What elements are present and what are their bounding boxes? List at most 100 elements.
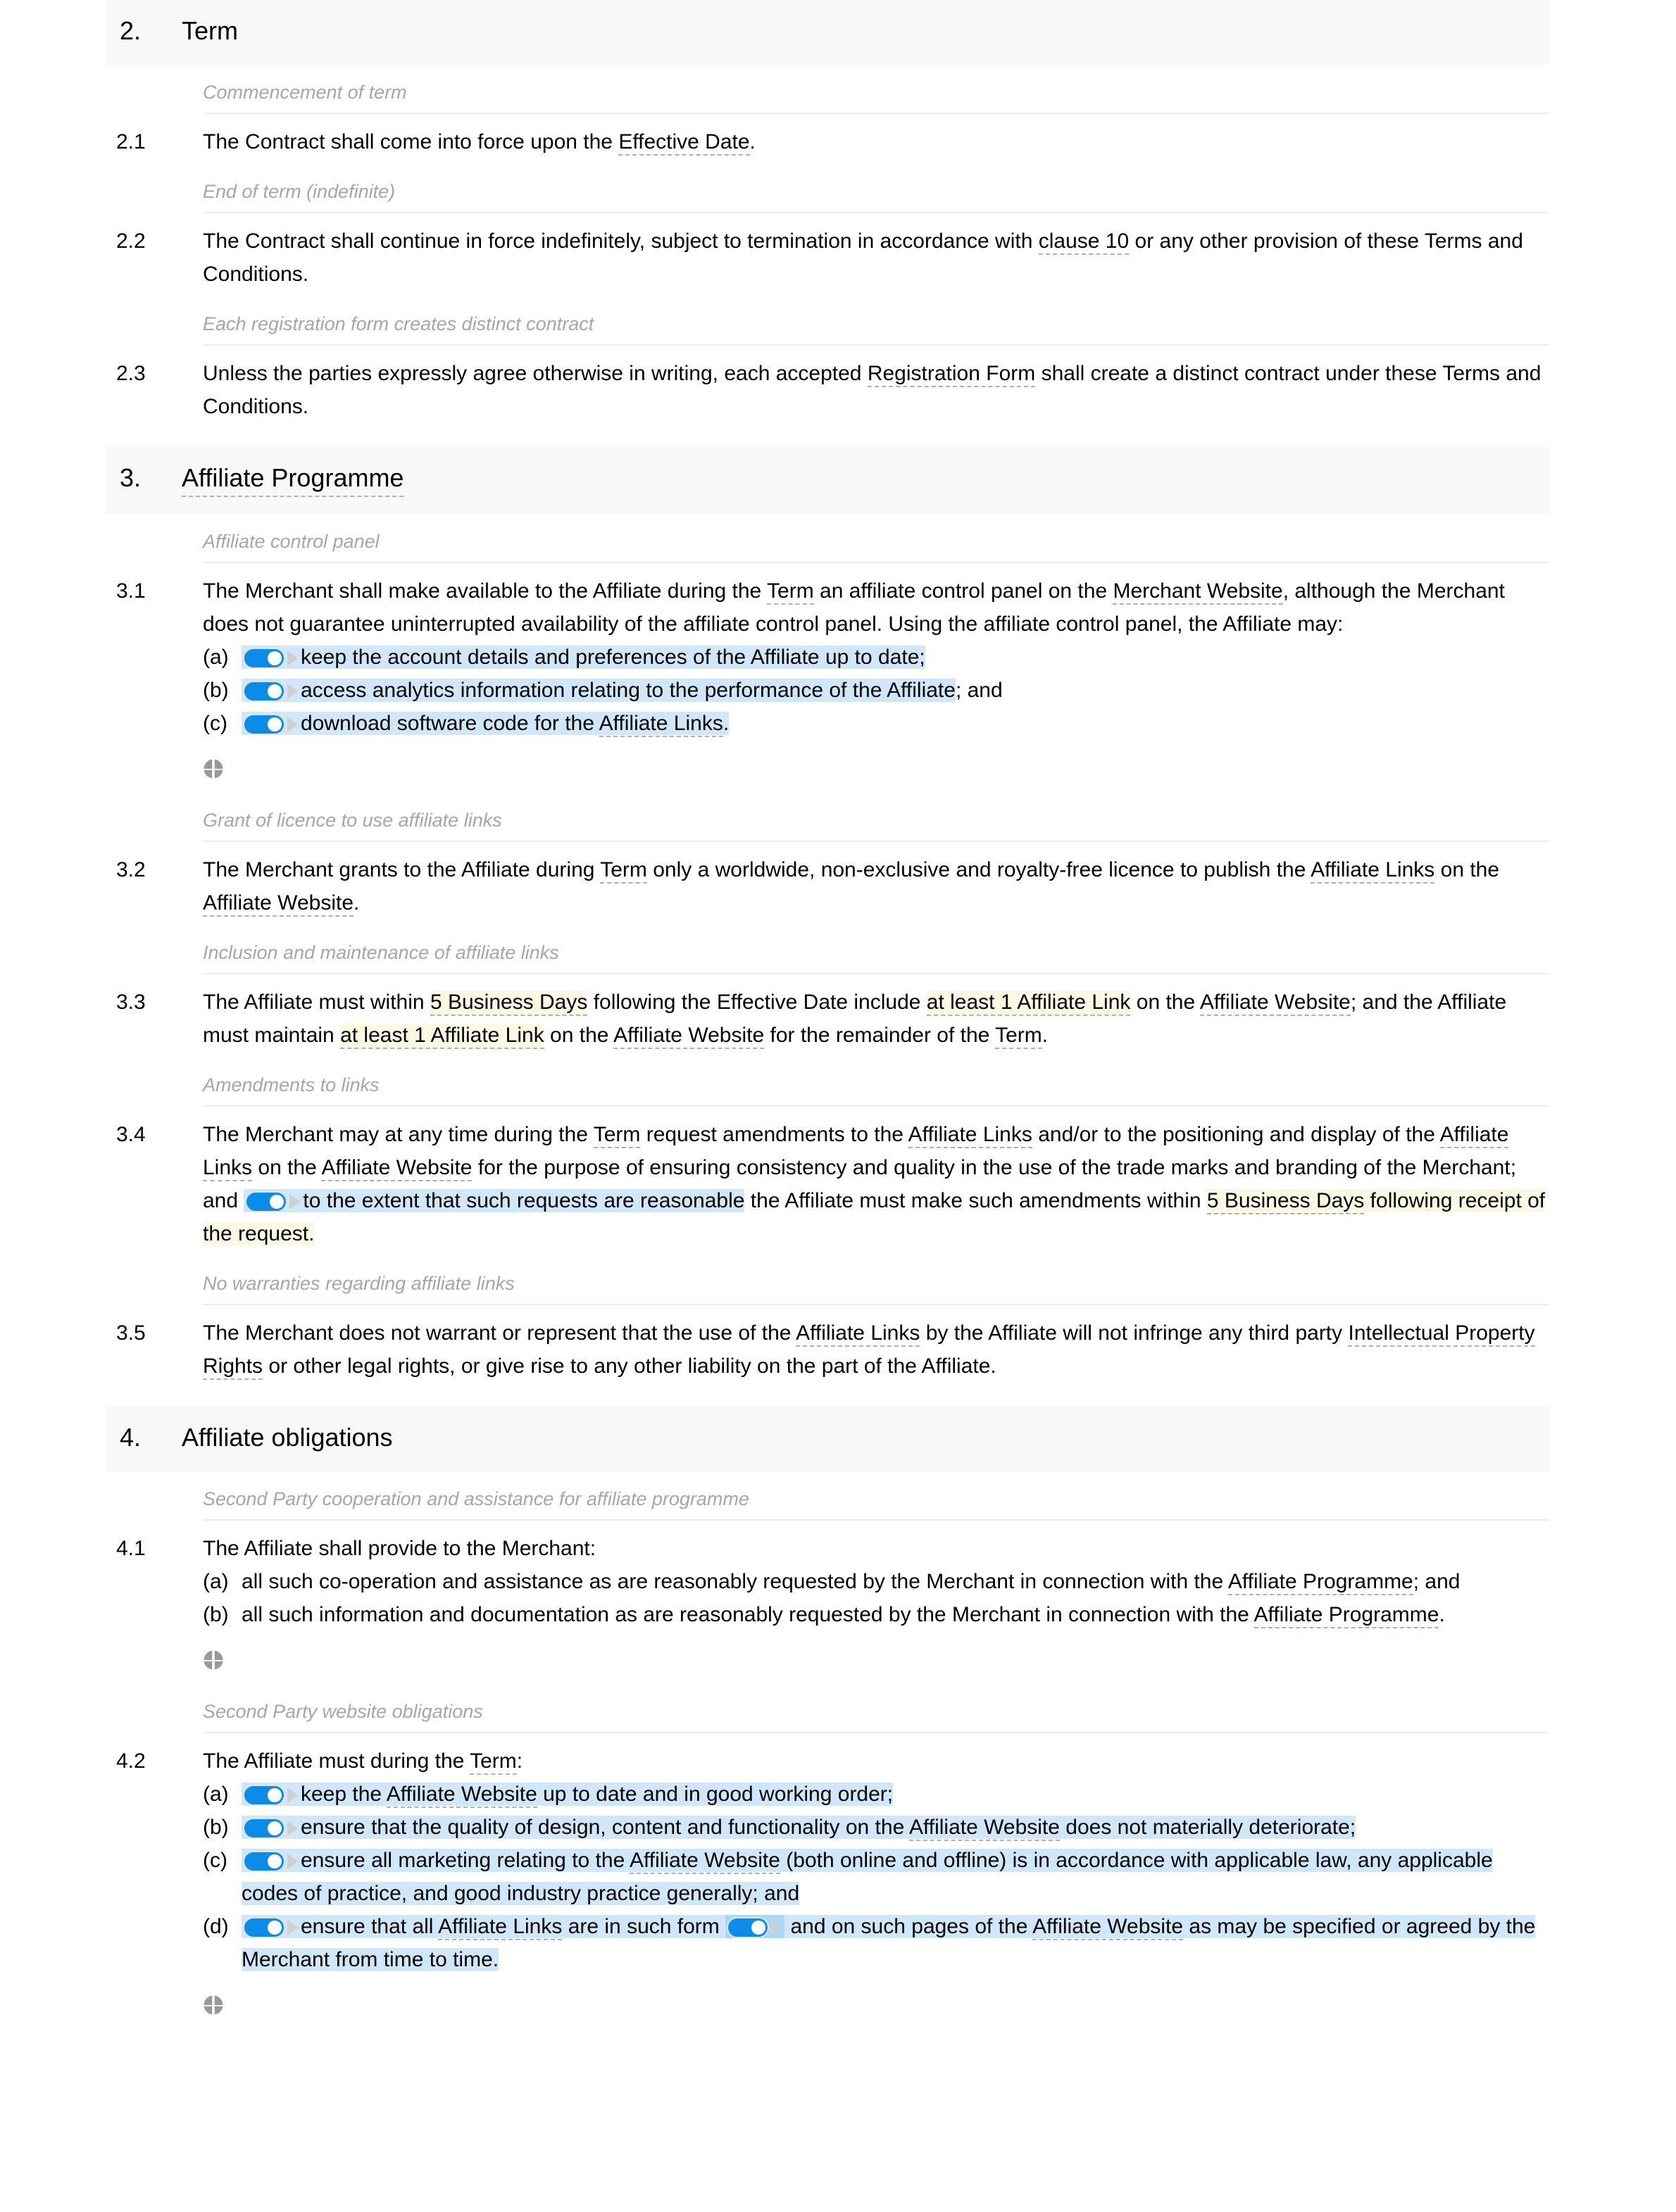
defined-term[interactable]: Affiliate Website (1199, 991, 1351, 1016)
text-run: and on such pages of the (784, 1915, 1033, 1938)
triangle-marker-icon (287, 1821, 298, 1836)
defined-term[interactable]: Affiliate Website (321, 1156, 473, 1181)
toggle-on-icon[interactable] (243, 1785, 285, 1806)
list-letter: (b) (203, 679, 229, 702)
text-run: ensure all marketing relating to the (301, 1849, 630, 1872)
subheading-text: Second Party cooperation and assistance … (203, 1488, 749, 1509)
text-run: does not materially deteriorate; (1059, 1816, 1356, 1839)
variable-field[interactable]: at least 1 Affiliate Link (340, 1024, 544, 1049)
text-run: keep the account details and preferences… (301, 646, 925, 669)
toggle-on-icon[interactable] (243, 714, 285, 735)
defined-term[interactable]: Merchant Website (1113, 579, 1283, 605)
toggle-on-icon[interactable] (243, 1818, 285, 1839)
optional-clause: to the extent that such requests are rea… (244, 1189, 745, 1212)
list-letter: (a) (203, 1570, 229, 1593)
clause-number: 4.2 (116, 1749, 146, 1773)
toggle-on-icon[interactable] (245, 1191, 288, 1212)
defined-term[interactable]: Term (767, 579, 814, 605)
drag-handle-row (0, 1982, 1676, 2029)
text-run: on the (1434, 858, 1500, 881)
toggle-on-icon[interactable] (243, 1917, 285, 1938)
defined-term[interactable]: Affiliate Links (1311, 858, 1435, 884)
list-letter: (b) (203, 1816, 229, 1839)
clause-number: 4.1 (116, 1537, 146, 1560)
sublist-4-1: (a) all such co-operation and assistance… (203, 1565, 1549, 1631)
subheading-text: Each registration form creates distinct … (203, 313, 594, 334)
defined-term[interactable]: Affiliate Website (203, 891, 354, 917)
clause-text: The Affiliate shall provide to the Merch… (203, 1528, 1549, 1637)
defined-term[interactable]: Affiliate Website (908, 1816, 1060, 1841)
section-number: 2. (120, 16, 142, 45)
text-run: request amendments to the (640, 1123, 908, 1146)
subheading-rule (203, 1519, 1549, 1521)
defined-term[interactable]: Affiliate Website (629, 1849, 780, 1874)
list-letter: (c) (203, 712, 227, 735)
section-number: 4. (120, 1423, 142, 1452)
toggle-on-icon[interactable] (727, 1917, 770, 1938)
text-run: on the (1130, 991, 1200, 1014)
drag-handle-icon[interactable] (203, 758, 224, 779)
text-run: for the remainder of the (764, 1024, 996, 1047)
text-run: are in such form (562, 1915, 726, 1938)
text-run: ensure that the quality of design, conte… (301, 1816, 909, 1839)
text-run: on the (252, 1156, 322, 1179)
clause-text: The Merchant grants to the Affiliate dur… (203, 849, 1549, 925)
subheading-commencement-of-term: Commencement of term (116, 65, 1549, 121)
defined-term[interactable]: Affiliate Website (386, 1783, 537, 1808)
subheading-text: End of term (indefinite) (203, 181, 396, 202)
defined-term[interactable]: Registration Form (867, 362, 1036, 387)
subheading-text: No warranties regarding affiliate links (203, 1273, 515, 1294)
optional-clause: download software code for the Affiliate… (242, 712, 730, 737)
toggle-on-icon[interactable] (243, 648, 285, 669)
defined-term[interactable]: Term (995, 1024, 1042, 1049)
drag-handle-icon[interactable] (203, 1994, 224, 2016)
section-heading-2: 2. Term (106, 0, 1549, 65)
text-run: up to date and in good working order; (537, 1783, 894, 1806)
text-run: . (354, 891, 360, 915)
defined-term[interactable]: Term (470, 1749, 517, 1775)
list-item: (b) ensure that the quality of design, c… (203, 1811, 1549, 1844)
triangle-marker-icon (287, 1854, 298, 1869)
toggle-on-icon[interactable] (243, 681, 285, 702)
clause-number: 3.4 (116, 1123, 146, 1146)
defined-term[interactable]: Affiliate Links (599, 712, 723, 737)
clause-number: 2.1 (116, 130, 146, 153)
clause-4-2: 4.2 The Affiliate must during the Term: … (0, 1740, 1676, 1982)
variable-field[interactable]: 5 Business Days (430, 991, 588, 1016)
defined-term[interactable]: Affiliate Links (438, 1915, 563, 1940)
defined-term[interactable]: Term (593, 1123, 641, 1148)
drag-handle-icon[interactable] (203, 1649, 224, 1671)
variable-field[interactable]: at least 1 Affiliate Link (926, 991, 1131, 1016)
text-run: ensure that all (301, 1915, 439, 1938)
subheading-text: Commencement of term (203, 82, 407, 103)
defined-term[interactable]: clause 10 (1038, 230, 1130, 255)
variable-field[interactable]: 5 Business Days (1206, 1189, 1365, 1214)
defined-term[interactable]: Term (600, 858, 647, 884)
section-title[interactable]: Affiliate Programme (182, 461, 404, 497)
text-run: The Contract shall continue in force ind… (203, 230, 1039, 253)
text-run: ; and (955, 679, 1003, 702)
defined-term[interactable]: Affiliate Programme (1253, 1603, 1439, 1628)
section-title: Term (182, 16, 238, 45)
optional-clause: ensure that all Affiliate Links are in s… (242, 1915, 1536, 1971)
triangle-marker-icon (287, 1787, 298, 1803)
clause-number: 2.3 (116, 362, 146, 385)
defined-term[interactable]: Effective Date (618, 130, 750, 156)
defined-term[interactable]: Affiliate Website (613, 1024, 765, 1049)
subheading-rule (203, 113, 1549, 114)
text-run: ; and (1413, 1570, 1461, 1593)
list-item: (a) all such co-operation and assistance… (203, 1565, 1549, 1598)
list-letter: (d) (203, 1915, 229, 1938)
clause-text: The Contract shall continue in force ind… (203, 220, 1549, 296)
subheading-text: Affiliate control panel (203, 531, 380, 552)
text-run: to the extent that such requests are rea… (303, 1189, 745, 1212)
list-item: (a) keep the Affiliate Website up to dat… (203, 1778, 1549, 1811)
defined-term[interactable]: Affiliate Links (796, 1321, 920, 1347)
clause-number: 2.2 (116, 230, 146, 253)
list-item: (b) all such information and documentati… (203, 1598, 1549, 1631)
defined-term[interactable]: Affiliate Links (908, 1123, 1032, 1148)
defined-term[interactable]: Affiliate Website (1032, 1915, 1184, 1940)
defined-term[interactable]: Affiliate Programme (1227, 1570, 1413, 1595)
triangle-marker-icon (289, 1194, 301, 1209)
toggle-on-icon[interactable] (243, 1851, 285, 1872)
